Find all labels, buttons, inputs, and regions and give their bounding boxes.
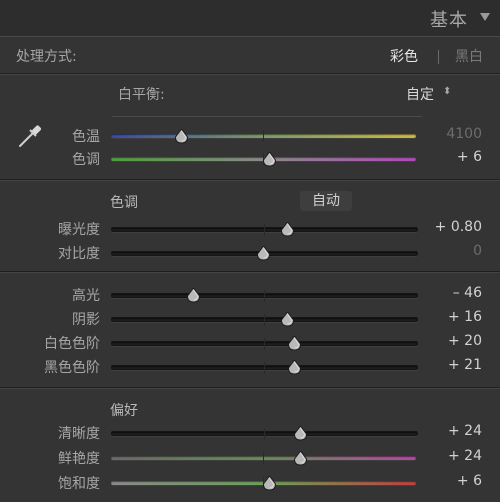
slider-center-mark: [264, 362, 265, 374]
slider-value[interactable]: + 0.80: [410, 219, 482, 235]
slider-thumb[interactable]: [263, 476, 277, 491]
slider-label: 黑色色阶: [44, 360, 100, 376]
slider-track[interactable]: [111, 314, 418, 326]
slider-thumb[interactable]: [287, 336, 301, 351]
slider-thumb[interactable]: [263, 152, 277, 167]
slider-thumb[interactable]: [293, 426, 307, 441]
slider-thumb[interactable]: [281, 222, 295, 237]
slider-label: 鲜艳度: [58, 451, 100, 467]
basic-panel: 处理方式: 彩色 黑白 白平衡: 自定 ⬍ 色温 4100 色调 + 6 色调 自动 …: [0, 36, 500, 502]
slider-value[interactable]: + 16: [410, 309, 482, 325]
slider-label: 白色色阶: [44, 336, 100, 352]
slider-label: 饱和度: [58, 476, 100, 492]
slider-value[interactable]: 4100: [410, 126, 482, 142]
treatment-label: 处理方式:: [16, 49, 77, 65]
slider-value[interactable]: + 24: [410, 423, 482, 439]
treatment-color-option[interactable]: 彩色: [390, 46, 418, 66]
white-balance-select[interactable]: 自定: [406, 84, 434, 104]
slider-value[interactable]: – 46: [410, 285, 482, 301]
slider-thumb[interactable]: [257, 246, 270, 261]
slider-value[interactable]: + 6: [410, 149, 482, 165]
slider-label: 清晰度: [58, 426, 100, 442]
panel-title: 基本: [430, 10, 468, 31]
wb-underline: [112, 116, 422, 117]
slider-thumb[interactable]: [287, 360, 301, 375]
slider-thumb[interactable]: [293, 451, 307, 466]
divider: [0, 73, 500, 74]
divider: [0, 387, 500, 388]
slider-thumb[interactable]: [281, 312, 295, 327]
slider-label: 色温: [72, 129, 100, 145]
presence-section-title: 偏好: [110, 403, 138, 419]
tone-section-title: 色调: [110, 195, 138, 211]
slider-track[interactable]: [111, 338, 418, 350]
slider-center-mark: [264, 338, 265, 350]
slider-label: 曝光度: [58, 222, 100, 238]
slider-value[interactable]: + 24: [410, 448, 482, 464]
slider-track[interactable]: [111, 452, 416, 464]
slider-value[interactable]: 0: [410, 243, 482, 259]
treatment-separator: [438, 50, 439, 64]
treatment-bw-option[interactable]: 黑白: [455, 46, 483, 66]
slider-center-mark: [263, 130, 264, 142]
slider-center-mark: [263, 452, 264, 464]
slider-label: 高光: [72, 288, 100, 304]
slider-track[interactable]: [111, 224, 418, 236]
slider-center-mark: [264, 224, 265, 236]
slider-label: 对比度: [58, 246, 100, 262]
slider-center-mark: [264, 428, 265, 440]
slider-track[interactable]: [111, 362, 418, 374]
slider-value[interactable]: + 20: [410, 333, 482, 349]
slider-thumb[interactable]: [174, 129, 188, 144]
triangle-down-icon[interactable]: [480, 13, 490, 21]
slider-center-mark: [264, 314, 265, 326]
slider-center-mark: [264, 290, 265, 302]
slider-value[interactable]: + 6: [410, 473, 482, 489]
slider-track[interactable]: [111, 130, 416, 142]
up-down-arrows-icon[interactable]: ⬍: [443, 86, 451, 97]
divider: [0, 179, 500, 180]
panel-header[interactable]: 基本: [0, 0, 500, 36]
slider-track[interactable]: [111, 428, 418, 440]
divider: [0, 271, 500, 272]
slider-thumb[interactable]: [186, 288, 200, 303]
slider-label: 阴影: [72, 312, 100, 328]
auto-tone-button[interactable]: 自动: [300, 191, 352, 211]
slider-label: 色调: [72, 152, 100, 168]
slider-value[interactable]: + 21: [410, 357, 482, 373]
white-balance-label: 白平衡:: [118, 87, 165, 103]
slider-track[interactable]: [111, 290, 418, 302]
